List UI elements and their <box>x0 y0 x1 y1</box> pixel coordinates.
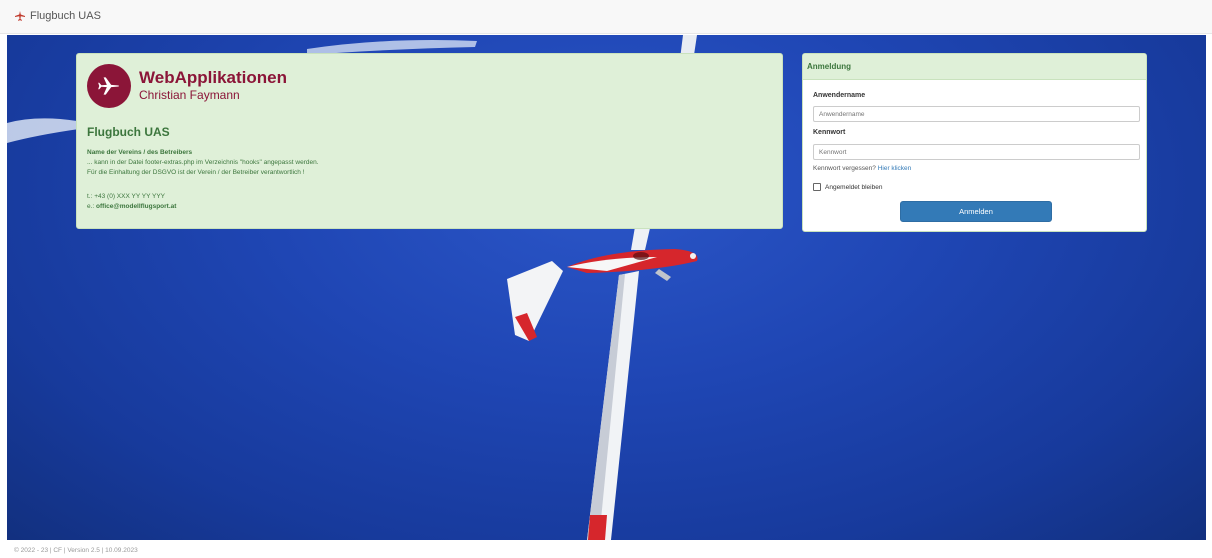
password-input[interactable] <box>813 144 1140 160</box>
email-link[interactable]: office@modellflugsport.at <box>96 203 176 210</box>
info-line-2: Für die Einhaltung der DSGVO ist der Ver… <box>87 169 305 176</box>
remember-checkbox[interactable] <box>813 183 821 191</box>
remember-label: Angemeldet bleiben <box>825 183 883 191</box>
company-logo <box>87 64 131 108</box>
company-title: WebApplikationen <box>139 68 287 87</box>
info-heading: Flugbuch UAS <box>87 125 170 139</box>
login-title: Anmeldung <box>803 54 1146 80</box>
company-subtitle: Christian Faymann <box>139 88 240 102</box>
airplane-icon <box>15 11 25 21</box>
operator-info-card: WebApplikationen Christian Faymann Flugb… <box>76 53 783 229</box>
username-input[interactable] <box>813 106 1140 122</box>
forgot-password: Kennwort vergessen? Hier klicken <box>813 165 912 172</box>
contact-phone: t.: +43 (0) XXX YY YY YYY <box>87 193 165 200</box>
top-navbar: Flugbuch UAS <box>0 0 1212 34</box>
contact-email: e.: office@modellflugsport.at <box>87 203 177 210</box>
remember-me[interactable]: Angemeldet bleiben <box>813 183 882 191</box>
airplane-icon <box>98 77 119 95</box>
info-line-1: ... kann in der Datei footer-extras.php … <box>87 159 319 166</box>
brand-title: Flugbuch UAS <box>30 10 101 22</box>
login-panel: Anmeldung Anwendername Kennwort Kennwort… <box>802 53 1147 232</box>
brand-link[interactable]: Flugbuch UAS <box>14 10 101 22</box>
username-label: Anwendername <box>813 92 866 99</box>
forgot-password-link[interactable]: Hier klicken <box>878 165 912 172</box>
login-button[interactable]: Anmelden <box>900 201 1052 222</box>
footer-text: © 2022 - 23 | CF | Version 2.5 | 10.09.2… <box>14 547 138 554</box>
password-label: Kennwort <box>813 129 846 136</box>
club-name-label: Name der Vereins / des Betreibers <box>87 149 193 156</box>
